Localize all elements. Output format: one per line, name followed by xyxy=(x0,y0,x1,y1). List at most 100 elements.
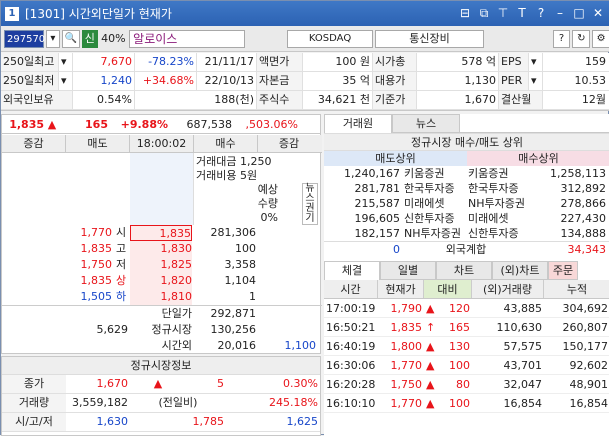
buy-broker[interactable]: NH투자증권 xyxy=(466,196,530,211)
up-triangle-icon: ▲ xyxy=(426,378,435,391)
dropdown-arrow-icon[interactable]: ▾ xyxy=(529,72,543,90)
settings-button[interactable]: ⚙ xyxy=(592,29,609,48)
price-change: 165 xyxy=(85,117,108,131)
price-ref: 1,750 xyxy=(80,258,113,271)
tab-chart[interactable]: 차트 xyxy=(436,261,492,280)
buy-broker[interactable]: 키움증권 xyxy=(466,166,530,181)
tick-volume: 32,047 xyxy=(503,378,543,391)
market-label: KOSDAQ xyxy=(286,29,374,48)
search-button[interactable]: 🔍 xyxy=(61,29,80,48)
info-label: 주식수 xyxy=(257,91,303,109)
summary-extra: 1,100 xyxy=(284,339,317,352)
sell-broker[interactable]: NH투자증권 xyxy=(402,226,466,241)
market-value: 5 xyxy=(217,377,224,390)
sell-volume: 182,157 xyxy=(354,227,401,240)
close-icon[interactable]: ✕ xyxy=(590,5,606,21)
tab-ticks[interactable]: 체결 xyxy=(324,261,380,280)
summary-label: 정규시장 xyxy=(151,323,192,336)
tick-cumulative: 16,854 xyxy=(569,397,609,410)
tick-cumulative: 150,177 xyxy=(562,340,609,353)
summary-row: 단일가 292,871 xyxy=(2,306,322,322)
orderbook-panel: 1,835 ▲ 165 +9.88% 687,538 ,503.06% 증감 매… xyxy=(1,114,322,354)
up-triangle-icon: ▲ xyxy=(426,359,435,372)
help-icon[interactable]: ? xyxy=(533,5,549,21)
credit-badge: 신 xyxy=(81,29,98,48)
popup-icon[interactable]: ⧉ xyxy=(476,5,492,21)
up-triangle-icon: ▲ xyxy=(426,397,435,410)
bid-price[interactable]: 1,830 xyxy=(130,241,192,257)
maximize-icon[interactable]: □ xyxy=(571,5,587,21)
info-value: 0.54% xyxy=(73,91,135,109)
info-label: 액면가 xyxy=(257,53,303,71)
buy-broker[interactable]: 미래에셋 xyxy=(466,211,530,226)
market-value: 1,785 xyxy=(192,415,225,428)
price-mark: 저 xyxy=(115,258,127,271)
sell-broker[interactable]: 키움증권 xyxy=(402,166,466,181)
code-dropdown-button[interactable]: ▾ xyxy=(46,29,60,48)
tick-diff: 130 xyxy=(449,340,470,353)
buy-top-label: 매수상위 xyxy=(467,151,609,166)
market-label: 거래량 xyxy=(2,394,66,412)
sell-top-label: 매도상위 xyxy=(324,151,467,166)
tick-time: 16:10:10 xyxy=(326,397,376,410)
tick-diff: 120 xyxy=(449,302,470,315)
broker-row: 182,157 NH투자증권 신한투자증 134,888 xyxy=(324,226,609,241)
buy-broker[interactable]: 신한투자증 xyxy=(466,226,530,241)
column-header: 현재가 xyxy=(378,280,424,298)
broker-tabs: 거래원 뉴스 xyxy=(324,114,609,133)
broker-row: 281,781 한국투자증 한국투자증 312,892 xyxy=(324,181,609,196)
pin-icon[interactable]: ⊤ xyxy=(495,5,511,21)
bid-price[interactable]: 1,810 xyxy=(130,289,192,305)
tab-broker[interactable]: 거래원 xyxy=(324,114,392,133)
link-icon[interactable]: ⊟ xyxy=(457,5,473,21)
info-label: 자본금 xyxy=(257,72,303,90)
bid-volume: 3,358 xyxy=(224,258,257,271)
buy-broker[interactable]: 한국투자증 xyxy=(466,181,530,196)
market-value: 1,670 xyxy=(96,377,129,390)
info-value: +34.68% xyxy=(135,72,197,90)
regular-market-title: 정규시장정보 xyxy=(2,357,320,375)
summary-label: 시간외 xyxy=(161,339,192,352)
refresh-button[interactable]: ↻ xyxy=(572,29,591,48)
tab-order[interactable]: 주문 xyxy=(548,261,578,280)
price-mark: 시 xyxy=(115,226,127,239)
news-button[interactable]: 뉴스권기 xyxy=(302,183,318,225)
price-ref: 1,505 xyxy=(80,290,113,303)
dropdown-arrow-icon[interactable]: ▾ xyxy=(529,53,543,71)
help-button[interactable]: ? xyxy=(552,29,571,48)
minimize-icon[interactable]: – xyxy=(552,5,568,21)
sell-volume: 281,781 xyxy=(354,182,401,195)
tick-time: 16:40:19 xyxy=(326,340,376,353)
trade-amount-info: 거래대금 1,250 거래비용 5원 xyxy=(196,155,272,182)
sell-broker[interactable]: 미래에셋 xyxy=(402,196,466,211)
market-value: 245.18% xyxy=(269,396,318,409)
dropdown-arrow-icon[interactable]: ▾ xyxy=(59,53,73,71)
bid-volume: 100 xyxy=(235,242,256,255)
stock-info-table: 250일최고 ▾ 7,670 -78.23% 21/11/17 액면가 100 … xyxy=(1,53,609,111)
gear-icon: ⚙ xyxy=(596,32,606,44)
info-label: 시가총 xyxy=(373,53,417,71)
column-header: 증감 xyxy=(278,137,300,150)
bid-price[interactable]: 1,820 xyxy=(130,273,192,289)
market-value: 1,630 xyxy=(96,415,129,428)
tab-news[interactable]: 뉴스 xyxy=(392,114,460,133)
sell-broker[interactable]: 신한투자증 xyxy=(402,211,466,226)
info-value: 35 억 xyxy=(303,72,373,90)
price-summary: 1,835 ▲ 165 +9.88% 687,538 ,503.06% xyxy=(2,115,320,134)
dropdown-arrow-icon[interactable]: ▾ xyxy=(59,72,73,90)
market-label: 종가 xyxy=(2,375,66,393)
foreign-buy: 34,343 xyxy=(567,243,607,256)
info-label: 대용가 xyxy=(373,72,417,90)
info-value: 10.53 xyxy=(574,74,607,87)
bid-price[interactable]: 1,825 xyxy=(130,257,192,273)
broker-row: 196,605 신한투자증 미래에셋 227,430 xyxy=(324,211,609,226)
tab-daily[interactable]: 일별 xyxy=(380,261,436,280)
volume: 687,538 xyxy=(186,117,233,131)
tick-price: 1,770 xyxy=(390,397,423,410)
stock-code-input[interactable]: 297570 xyxy=(4,29,45,48)
tab-foreign-chart[interactable]: (외)차트 xyxy=(492,261,548,280)
sell-volume: 196,605 xyxy=(354,212,401,225)
sell-broker[interactable]: 한국투자증 xyxy=(402,181,466,196)
font-icon[interactable]: T xyxy=(514,5,530,21)
bid-price[interactable]: 1,835 xyxy=(130,225,192,241)
